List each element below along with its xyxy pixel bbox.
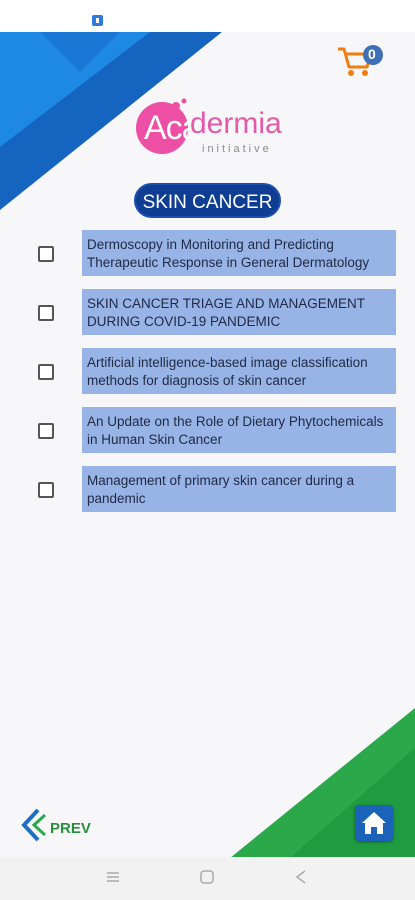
item-label[interactable]: SKIN CANCER TRIAGE AND MANAGEMENT DURING… [82, 289, 396, 335]
item-label[interactable]: Artificial intelligence-based image clas… [82, 348, 396, 394]
home-button[interactable] [355, 805, 393, 841]
home-icon [362, 812, 386, 834]
logo-subtitle: initiative [202, 143, 272, 155]
notification-icon [92, 15, 103, 26]
system-nav-bar [0, 857, 415, 900]
cart-count: 0 [368, 46, 376, 62]
prev-label: PREV [50, 820, 91, 837]
item-checkbox[interactable] [38, 423, 54, 439]
item-checkbox[interactable] [38, 305, 54, 321]
back-icon[interactable] [291, 867, 311, 887]
academia-logo: Aca dermia initiative [132, 96, 292, 166]
item-checkbox[interactable] [38, 246, 54, 262]
chevron-left-icon [21, 808, 47, 842]
item-label[interactable]: Management of primary skin cancer during… [82, 466, 396, 512]
cart-button[interactable]: 0 [336, 41, 384, 81]
item-checkbox[interactable] [38, 364, 54, 380]
prev-button[interactable]: PREV [20, 807, 100, 843]
item-checkbox[interactable] [38, 482, 54, 498]
home-nav-icon[interactable] [197, 867, 217, 887]
recent-apps-icon[interactable] [103, 867, 123, 887]
cart-icon [338, 45, 383, 76]
page-title: SKIN CANCER [134, 183, 281, 218]
status-bar [0, 0, 415, 32]
logo-text-part2: dermia [190, 107, 282, 140]
item-label[interactable]: Dermoscopy in Monitoring and Predicting … [82, 230, 396, 276]
item-label[interactable]: An Update on the Role of Dietary Phytoch… [82, 407, 396, 453]
